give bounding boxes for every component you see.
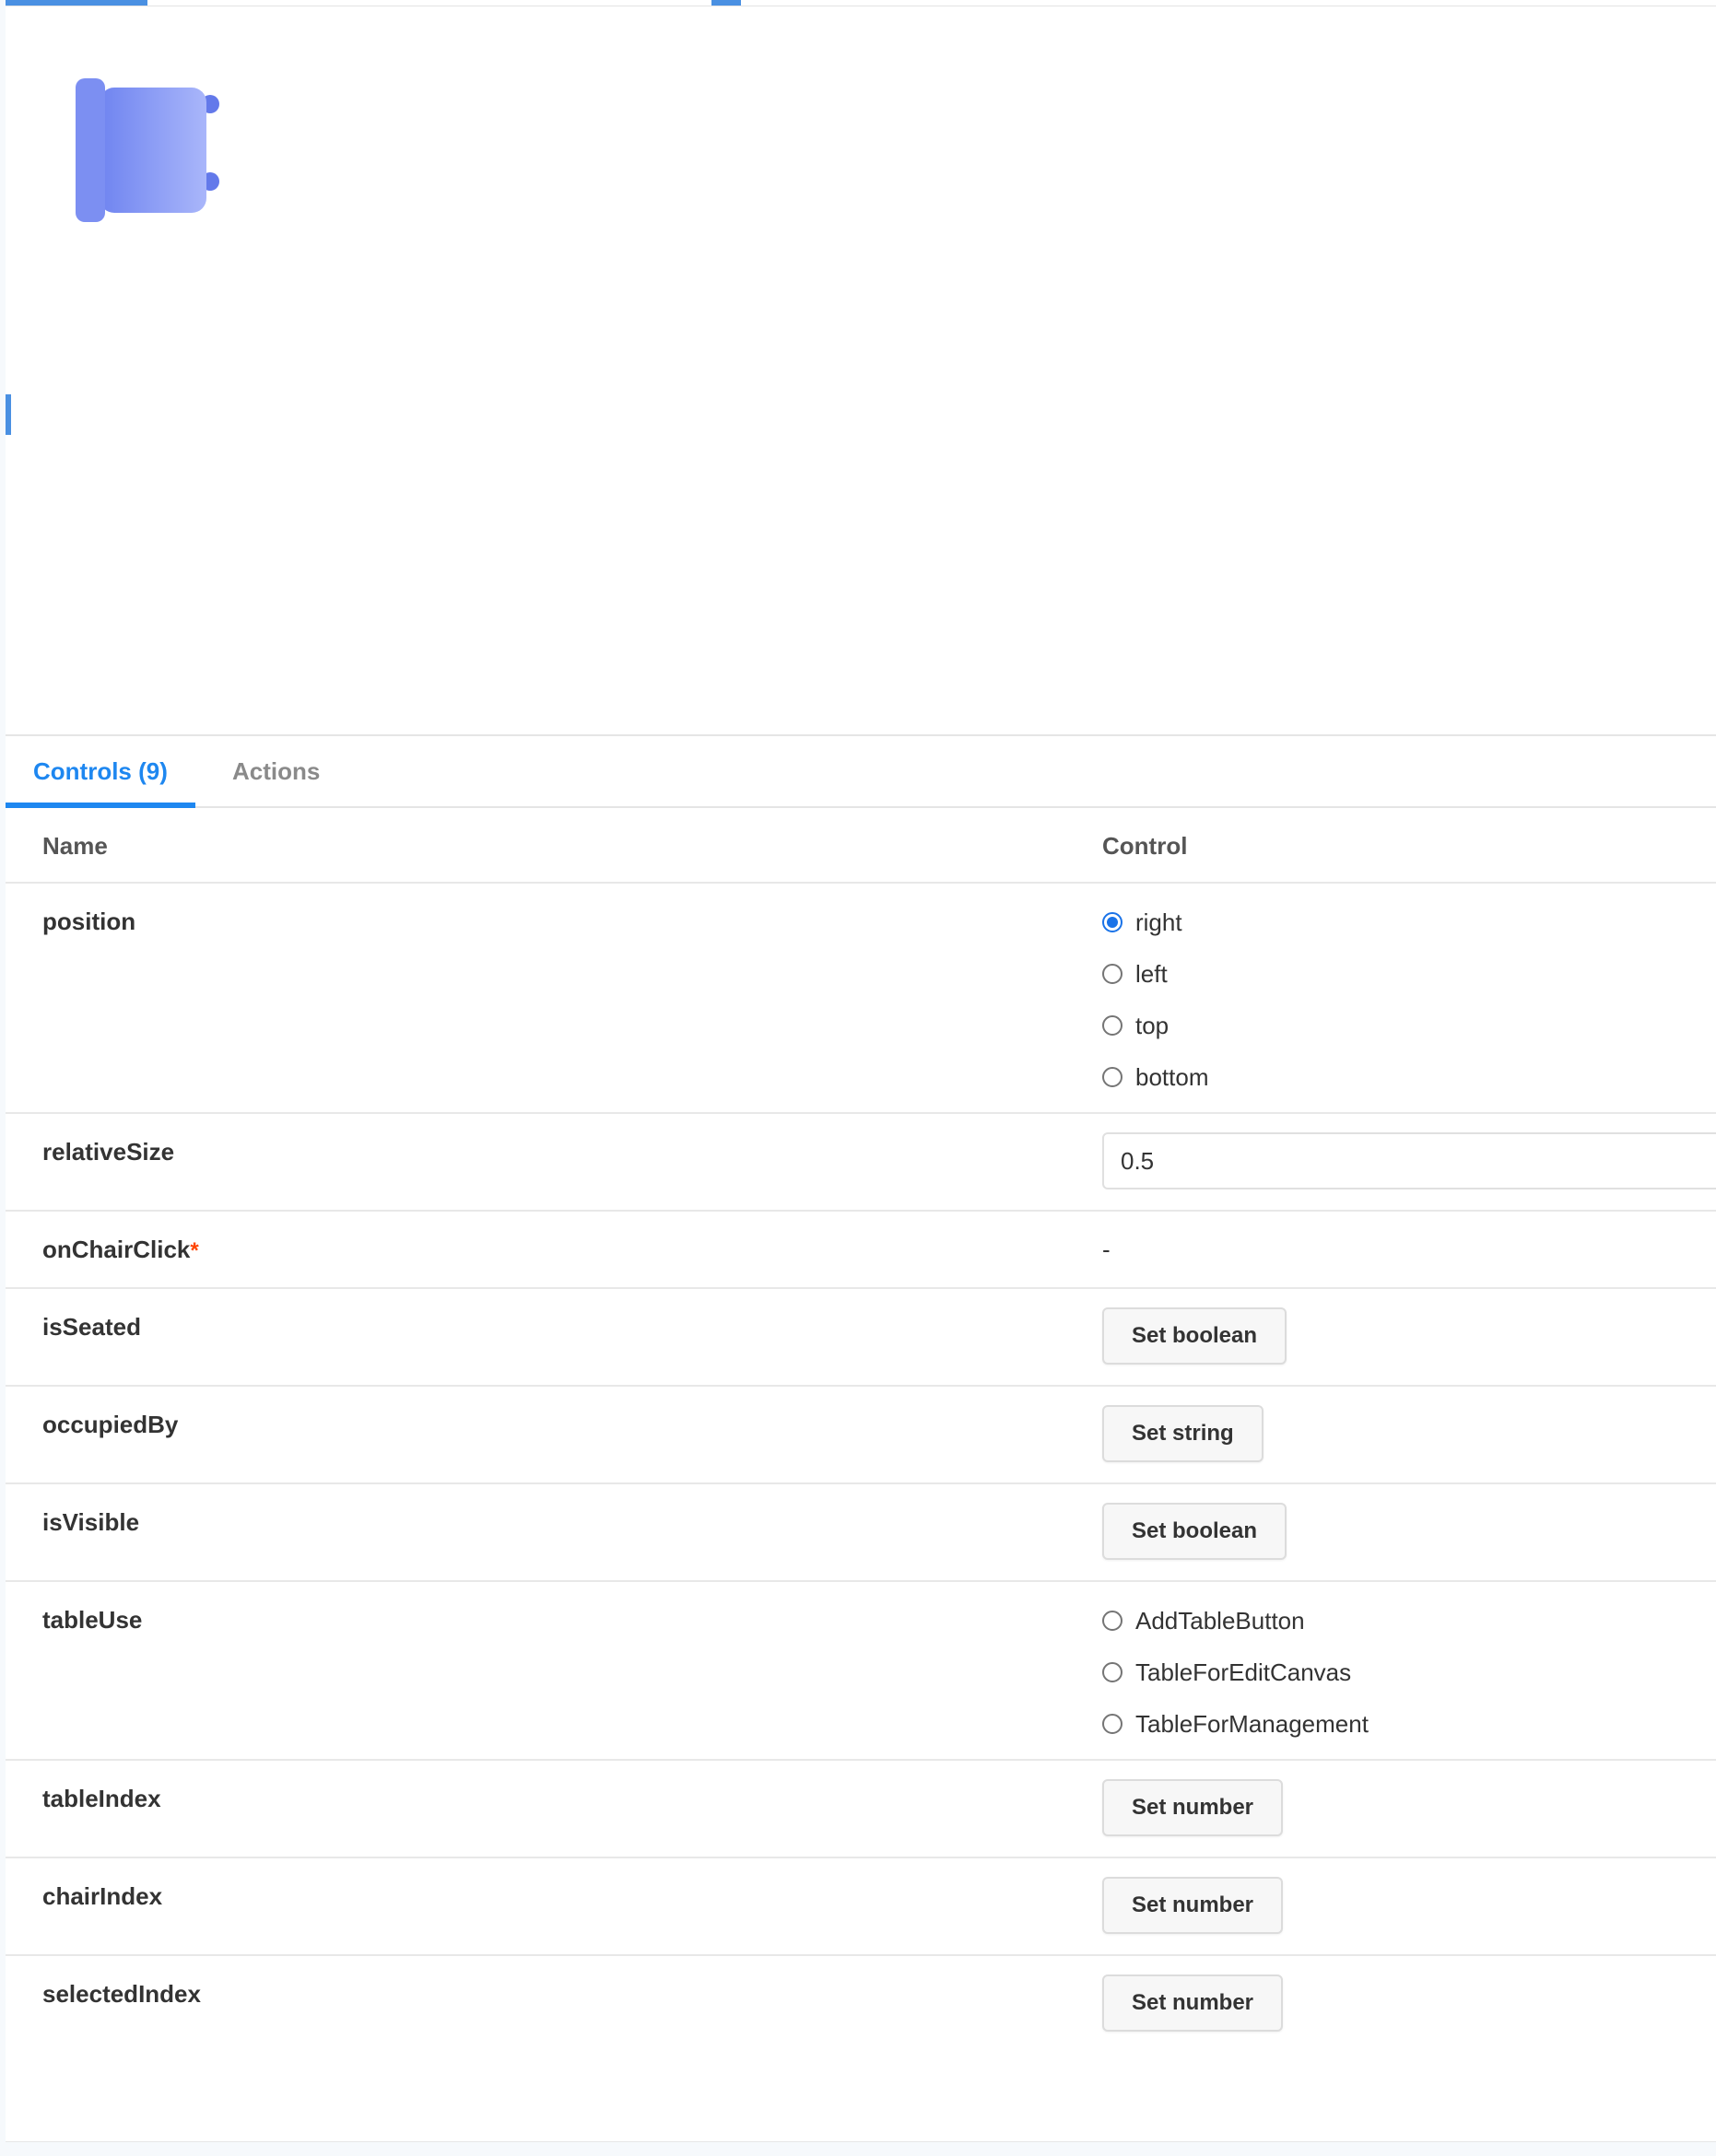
controls-table: Name Control position right left top bot… xyxy=(6,808,1716,2054)
component-preview xyxy=(6,6,1716,734)
chairindex-control: Set number xyxy=(1102,1877,1284,1934)
set-string-button[interactable]: Set string xyxy=(1102,1405,1263,1462)
occupiedby-control: Set string xyxy=(1102,1405,1263,1462)
arg-name-text: onChairClick xyxy=(42,1236,191,1263)
radio-label: right xyxy=(1135,908,1182,936)
table-row-chairindex: chairIndex Set number xyxy=(6,1858,1716,1956)
position-radio-group: right left top bottom xyxy=(1102,896,1209,1103)
selectedindex-control: Set number xyxy=(1102,1974,1284,2032)
top-accent-marker xyxy=(711,0,741,6)
radio-option-tableformanagement[interactable]: TableForManagement xyxy=(1102,1698,1369,1750)
radio-option-tableforeditcanvas[interactable]: TableForEditCanvas xyxy=(1102,1646,1369,1698)
table-row-occupiedby: occupiedBy Set string xyxy=(6,1387,1716,1484)
radio-option-left[interactable]: left xyxy=(1102,948,1209,1000)
arg-name: onChairClick* xyxy=(42,1236,199,1264)
radio-label: TableForEditCanvas xyxy=(1135,1658,1352,1686)
radio-unselected-icon[interactable] xyxy=(1102,1714,1122,1734)
isvisible-control: Set boolean xyxy=(1102,1503,1287,1560)
arg-name: selectedIndex xyxy=(42,1980,201,2008)
arg-name: isSeated xyxy=(42,1313,141,1341)
set-number-button[interactable]: Set number xyxy=(1102,1779,1284,1836)
radio-label: top xyxy=(1135,1011,1169,1039)
set-number-button[interactable]: Set number xyxy=(1102,1974,1284,2032)
radio-option-right[interactable]: right xyxy=(1102,896,1209,948)
required-marker: * xyxy=(190,1238,199,1263)
radio-option-bottom[interactable]: bottom xyxy=(1102,1051,1209,1103)
table-row-onchairclick: onChairClick* - xyxy=(6,1212,1716,1289)
top-accent-bar xyxy=(6,0,147,6)
radio-unselected-icon[interactable] xyxy=(1102,1015,1122,1036)
table-row-tableuse: tableUse AddTableButton TableForEditCanv… xyxy=(6,1582,1716,1761)
table-row-relativesize: relativeSize xyxy=(6,1114,1716,1212)
relativesize-input[interactable] xyxy=(1102,1132,1716,1189)
addons-panel: Controls (9) Actions Name Control positi… xyxy=(6,734,1716,2142)
arg-name: isVisible xyxy=(42,1508,140,1536)
radio-label: left xyxy=(1135,959,1168,988)
radio-unselected-icon[interactable] xyxy=(1102,1662,1122,1682)
arg-name: occupiedBy xyxy=(42,1411,179,1438)
radio-label: TableForManagement xyxy=(1135,1709,1369,1738)
tab-controls[interactable]: Controls (9) xyxy=(6,736,195,808)
table-row-isvisible: isVisible Set boolean xyxy=(6,1484,1716,1582)
set-boolean-button[interactable]: Set boolean xyxy=(1102,1307,1287,1365)
radio-selected-icon[interactable] xyxy=(1102,912,1122,932)
radio-unselected-icon[interactable] xyxy=(1102,1611,1122,1631)
control-column-header: Control xyxy=(1102,832,1188,860)
set-number-button[interactable]: Set number xyxy=(1102,1877,1284,1934)
arg-name: position xyxy=(42,908,136,935)
table-row-tableindex: tableIndex Set number xyxy=(6,1761,1716,1858)
arg-name: chairIndex xyxy=(42,1882,163,1910)
radio-unselected-icon[interactable] xyxy=(1102,1067,1122,1087)
name-column-header: Name xyxy=(42,832,108,860)
tableuse-radio-group: AddTableButton TableForEditCanvas TableF… xyxy=(1102,1595,1369,1750)
relativesize-control xyxy=(1102,1132,1716,1189)
radio-label: bottom xyxy=(1135,1062,1209,1091)
addons-tabbar: Controls (9) Actions xyxy=(6,736,1716,808)
tab-actions[interactable]: Actions xyxy=(205,736,347,806)
radio-option-top[interactable]: top xyxy=(1102,1000,1209,1051)
table-row-position: position right left top bottom xyxy=(6,884,1716,1114)
arg-name: tableIndex xyxy=(42,1785,161,1812)
table-row-selectedindex: selectedIndex Set number xyxy=(6,1956,1716,2054)
chair-icon[interactable] xyxy=(76,78,232,235)
no-control-placeholder: - xyxy=(1102,1236,1111,1263)
tableindex-control: Set number xyxy=(1102,1779,1284,1836)
radio-unselected-icon[interactable] xyxy=(1102,964,1122,984)
arg-name: relativeSize xyxy=(42,1138,175,1166)
radio-option-addtablebutton[interactable]: AddTableButton xyxy=(1102,1595,1369,1646)
table-header-row: Name Control xyxy=(6,808,1716,884)
set-boolean-button[interactable]: Set boolean xyxy=(1102,1503,1287,1560)
isseated-control: Set boolean xyxy=(1102,1307,1287,1365)
storybook-canvas-frame: Controls (9) Actions Name Control positi… xyxy=(6,0,1716,2142)
radio-label: AddTableButton xyxy=(1135,1606,1305,1635)
table-row-isseated: isSeated Set boolean xyxy=(6,1289,1716,1387)
arg-name: tableUse xyxy=(42,1606,143,1634)
